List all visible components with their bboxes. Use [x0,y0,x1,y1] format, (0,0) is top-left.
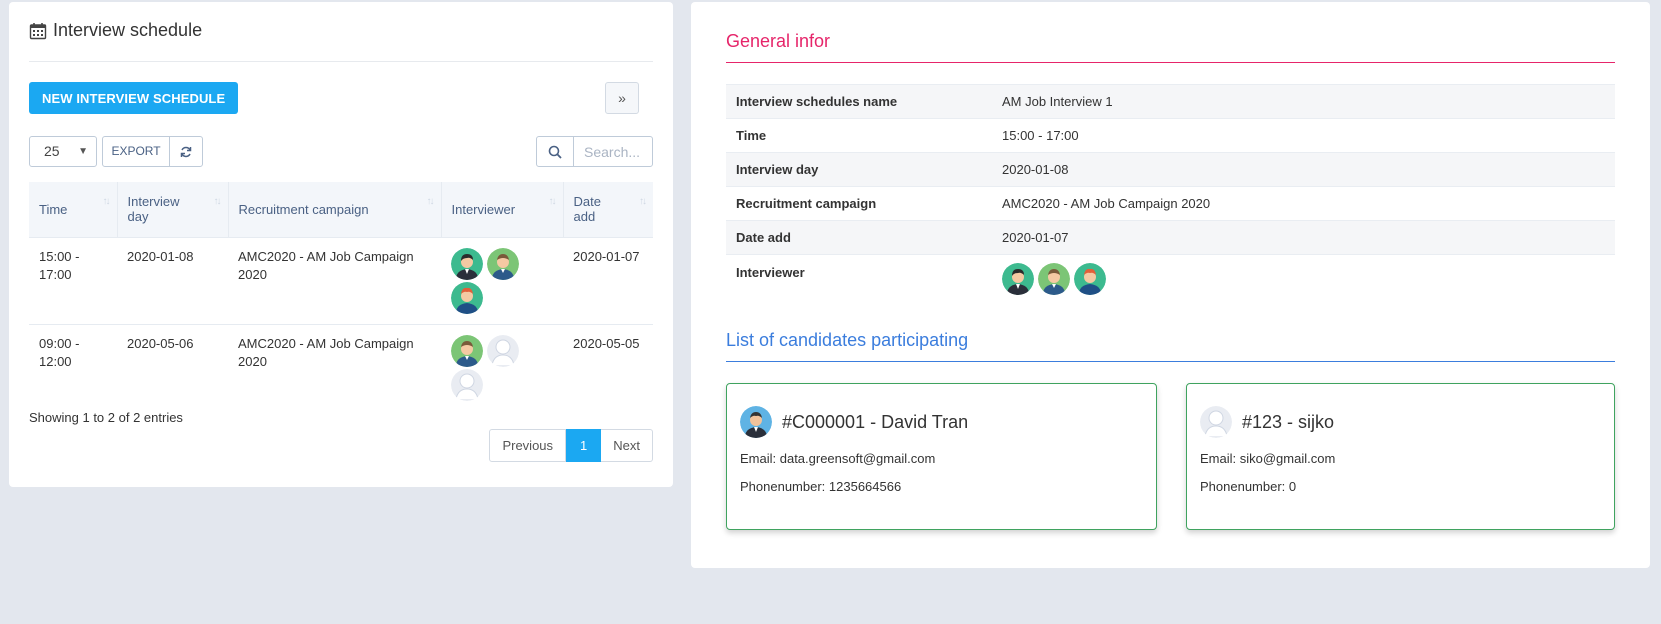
candidate-avatar [740,406,772,438]
cell-interviewers [441,323,563,411]
cell-time: 09:00 - 12:00 [29,323,117,411]
search-input[interactable] [573,136,653,167]
candidate-header: #C000001 - David Tran [740,406,968,438]
sort-icon: ↑↓ [213,196,222,207]
panel-title-text: Interview schedule [53,20,203,40]
info-row: Interview day 2020-01-08 [726,152,1615,187]
details-panel: General infor Interview schedules name A… [691,2,1650,568]
info-key: Time [726,118,992,153]
info-row: Time 15:00 - 17:00 [726,118,1615,153]
info-row: Date add 2020-01-07 [726,220,1615,255]
column-header-recruitment-campaign[interactable]: Recruitment campaign ↑↓ [228,182,442,237]
panel-title: Interview schedule [29,20,202,41]
sort-icon: ↑↓ [426,196,435,207]
title-divider [29,61,653,62]
candidate-header: #123 - sijko [1200,406,1334,438]
column-label: Time [39,201,68,217]
placeholder-avatar [451,369,483,401]
man-green-avatar [451,335,483,367]
search-icon [548,145,562,159]
info-key: Interview day [726,152,992,187]
info-key: Recruitment campaign [726,186,992,221]
page-length-select[interactable]: 25 ▼ [29,136,97,167]
previous-page-button[interactable]: Previous [489,429,567,462]
interview-schedule-panel: Interview schedule NEW INTERVIEW SCHEDUL… [9,2,673,487]
info-value: 2020-01-07 [992,220,1615,255]
candidate-name[interactable]: #123 - sijko [1242,412,1334,433]
search-button[interactable] [536,136,574,167]
info-key: Date add [726,220,992,255]
candidates-list-divider [726,361,1615,362]
cell-campaign: AMC2020 - AM Job Campaign 2020 [228,323,441,411]
candidates-list-title: List of candidates participating [726,330,969,350]
general-info-table: Interview schedules name AM Job Intervie… [726,84,1615,303]
cell-time: 15:00 - 17:00 [29,236,117,324]
column-header-time[interactable]: Time ↑↓ [29,182,118,237]
candidate-card[interactable]: #123 - sijko Email: siko@gmail.com Phone… [1186,383,1615,530]
man-green-avatar [1038,263,1070,295]
column-label: Interview day [127,194,180,225]
info-value: 15:00 - 17:00 [992,118,1615,153]
caret-down-icon: ▼ [78,146,88,157]
sort-icon: ↑↓ [548,196,557,207]
info-value: AMC2020 - AM Job Campaign 2020 [992,186,1615,221]
calendar-icon [29,22,47,39]
candidate-phone: Phonenumber: 1235664566 [740,479,902,494]
entries-info: Showing 1 to 2 of 2 entries [29,410,183,425]
page-1-button[interactable]: 1 [566,429,602,462]
interview-schedule-table: Time ↑↓ Interview day ↑↓ Recruitment campa… [29,182,653,411]
info-row: Recruitment campaign AMC2020 - AM Job Ca… [726,186,1615,221]
refresh-button[interactable] [169,136,203,167]
cell-campaign: AMC2020 - AM Job Campaign 2020 [228,236,441,324]
cell-date-add: 2020-05-05 [563,323,653,411]
info-value: 2020-01-08 [992,152,1615,187]
column-label: Recruitment campaign [238,201,369,217]
cell-interviewers [441,236,563,324]
cell-date-add: 2020-01-07 [563,236,653,324]
table-row: 09:00 - 12:00 2020-05-06 AMC2020 - AM Jo… [29,323,653,411]
man-dark-suit-avatar [451,248,483,280]
export-button[interactable]: EXPORT [102,136,170,167]
candidate-email: Email: data.greensoft@gmail.com [740,451,936,466]
woman-redhair-avatar [451,282,483,314]
placeholder-avatar [487,335,519,367]
next-page-button[interactable]: Next [601,429,653,462]
candidate-avatar [1200,406,1232,438]
pagination: Previous 1 Next [489,429,653,462]
column-header-date-add[interactable]: Date add ↑↓ [563,182,653,237]
info-value: AM Job Interview 1 [992,84,1615,119]
sort-icon: ↑↓ [102,196,111,207]
candidate-card[interactable]: #C000001 - David Tran Email: data.greens… [726,383,1157,530]
general-info-title: General infor [726,31,831,51]
column-header-interview-day[interactable]: Interview day ↑↓ [117,182,229,237]
info-value-interviewers [992,254,1615,303]
cell-interview-day: 2020-01-08 [117,236,228,324]
refresh-icon [180,146,192,158]
info-key: Interviewer [726,254,992,303]
column-label: Date add [573,194,601,225]
info-row: Interview schedules name AM Job Intervie… [726,84,1615,119]
candidate-phone: Phonenumber: 0 [1200,479,1297,494]
info-key: Interview schedules name [726,84,992,119]
new-interview-schedule-button[interactable]: NEW INTERVIEW SCHEDULE [29,82,239,114]
candidate-name[interactable]: #C000001 - David Tran [782,412,968,433]
woman-redhair-avatar [1074,263,1106,295]
man-dark-suit-avatar [1002,263,1034,295]
sort-icon: ↑↓ [639,196,647,207]
cell-interview-day: 2020-05-06 [117,323,228,411]
general-info-divider [726,62,1615,63]
man-green-avatar [487,248,519,280]
expand-toggle-button[interactable]: » [605,82,639,114]
column-header-interviewer[interactable]: Interviewer ↑↓ [441,182,564,237]
info-row: Interviewer [726,254,1615,303]
column-label: Interviewer [451,201,516,217]
table-row: 15:00 - 17:00 2020-01-08 AMC2020 - AM Jo… [29,236,653,324]
candidate-email: Email: siko@gmail.com [1200,451,1336,466]
page-length-value: 25 [44,143,60,159]
